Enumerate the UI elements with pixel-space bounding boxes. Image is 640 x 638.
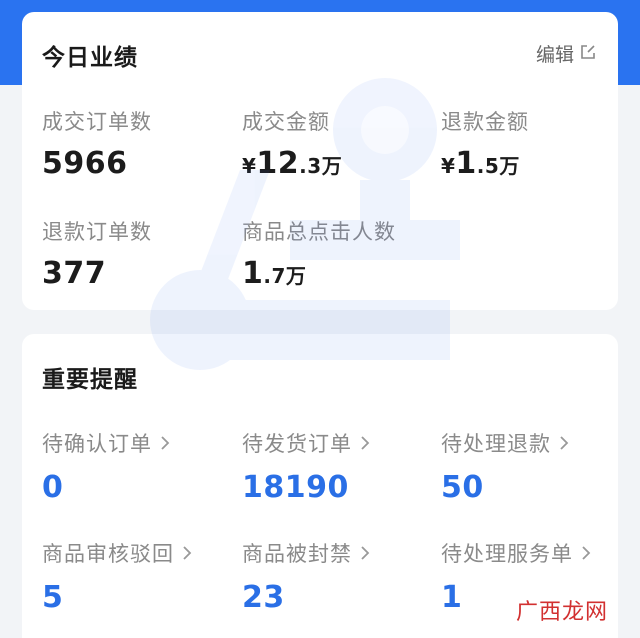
chevron-right-icon [560, 436, 569, 450]
metric-deal-amount: 成交金额 ¥12.3万 [242, 106, 432, 181]
metric-refund-amount: 退款金额 ¥1.5万 [441, 106, 631, 181]
metric-label: 退款金额 [441, 110, 529, 134]
metric-label: 退款订单数 [42, 220, 152, 244]
today-performance-card: 今日业绩 编辑 成交订单数 5966 成交金额 ¥12.3万 退款金额 ¥1.5… [22, 12, 618, 310]
reminder-value: 5 [42, 580, 64, 615]
metric-label: 商品总点击人数 [242, 220, 396, 244]
reminder-products-banned[interactable]: 商品被封禁 23 [242, 538, 442, 615]
reminder-value: 0 [42, 470, 64, 505]
important-reminders-card: 重要提醒 待确认订单 0 待发货订单 18190 待处理退款 50 商品审核驳回… [22, 334, 618, 638]
metric-value: 1.7万 [242, 256, 307, 291]
chevron-right-icon [582, 546, 591, 560]
edit-button[interactable]: 编辑 [536, 40, 596, 67]
important-reminders-title: 重要提醒 [42, 367, 138, 393]
today-performance-title: 今日业绩 [42, 45, 138, 71]
watermark-logo: 广西龙网 [515, 600, 608, 625]
reminder-pending-refunds[interactable]: 待处理退款 50 [441, 428, 640, 505]
metric-label: 成交金额 [242, 110, 330, 134]
reminder-value: 50 [441, 470, 484, 505]
reminder-label: 待处理退款 [441, 432, 551, 456]
reminder-value: 23 [242, 580, 285, 615]
reminder-label: 待发货订单 [242, 432, 352, 456]
reminder-label: 商品被封禁 [242, 542, 352, 566]
metric-deal-orders: 成交订单数 5966 [42, 106, 232, 181]
metric-value: ¥12.3万 [242, 146, 343, 181]
reminder-value: 18190 [242, 470, 349, 505]
reminder-label: 待确认订单 [42, 432, 152, 456]
metric-value: ¥1.5万 [441, 146, 520, 181]
chevron-right-icon [361, 436, 370, 450]
edit-label: 编辑 [535, 44, 574, 66]
chevron-right-icon [183, 546, 192, 560]
reminder-product-review-rejected[interactable]: 商品审核驳回 5 [42, 538, 242, 615]
reminder-pending-confirm-orders[interactable]: 待确认订单 0 [42, 428, 242, 505]
metric-value: 5966 [42, 146, 128, 181]
metric-product-clicks: 商品总点击人数 1.7万 [242, 216, 432, 291]
reminder-label: 待处理服务单 [441, 542, 573, 566]
reminder-label: 商品审核驳回 [42, 542, 174, 566]
edit-icon [580, 43, 596, 65]
chevron-right-icon [361, 546, 370, 560]
metric-refund-orders: 退款订单数 377 [42, 216, 232, 291]
metric-label: 成交订单数 [42, 110, 152, 134]
chevron-right-icon [161, 436, 170, 450]
metric-value: 377 [42, 256, 107, 291]
reminder-pending-ship-orders[interactable]: 待发货订单 18190 [242, 428, 442, 505]
